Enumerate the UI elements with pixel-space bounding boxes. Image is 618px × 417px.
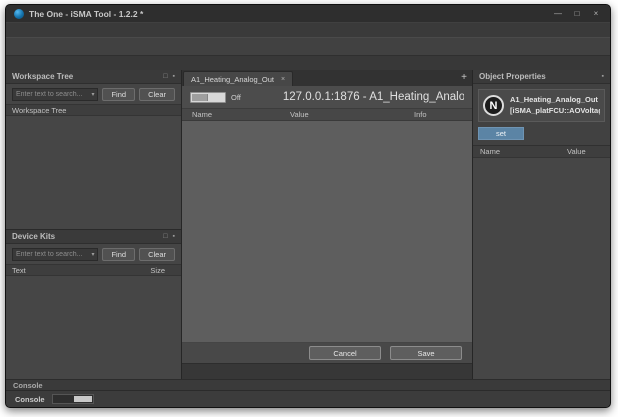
window-title: The One - iSMA Tool - 1.2.2 * bbox=[29, 9, 547, 19]
title-bar[interactable]: The One - iSMA Tool - 1.2.2 * — □ × bbox=[6, 5, 610, 22]
pin-icon[interactable]: ▪ bbox=[173, 233, 175, 240]
editor-action-bar: Cancel Save bbox=[182, 343, 472, 363]
object-properties-title: Object Properties bbox=[479, 72, 602, 81]
save-button[interactable]: Save bbox=[390, 346, 462, 360]
toggle-thumb bbox=[192, 94, 208, 101]
workspace-tree-header-icons: □ ▪ bbox=[163, 73, 175, 80]
tab-close-icon[interactable]: × bbox=[281, 76, 285, 83]
chevron-down-icon[interactable]: ▾ bbox=[91, 91, 94, 98]
live-mode-toggle[interactable] bbox=[190, 92, 226, 103]
search-input[interactable]: Enter text to search... ▾ bbox=[12, 88, 98, 101]
pin-icon[interactable]: ▪ bbox=[602, 73, 604, 80]
column-name-label: Name bbox=[182, 110, 286, 119]
column-info-label: Info bbox=[410, 110, 472, 119]
workspace-tree-header: Workspace Tree □ ▪ bbox=[6, 70, 181, 84]
tab-a1-heating-analog-out[interactable]: A1_Heating_Analog_Out × bbox=[183, 71, 293, 86]
find-button[interactable]: Find bbox=[102, 248, 135, 261]
toggle-label: Off bbox=[231, 93, 241, 102]
chevron-down-icon[interactable]: ▾ bbox=[91, 251, 94, 258]
document-tab-bar: A1_Heating_Analog_Out × + bbox=[182, 70, 472, 86]
console-label: Console bbox=[15, 395, 45, 404]
app-window: The One - iSMA Tool - 1.2.2 * — □ × Work… bbox=[5, 4, 611, 408]
workspace-tree-column-header: Workspace Tree bbox=[6, 104, 181, 116]
column-text-label: Text bbox=[12, 266, 26, 275]
object-properties-header-icons: ▪ bbox=[602, 73, 604, 80]
object-properties-table-body bbox=[473, 158, 610, 379]
sheet-tab-bar bbox=[182, 363, 472, 379]
editor-column: A1_Heating_Analog_Out × + Off 127.0.0.1:… bbox=[182, 70, 473, 379]
search-input[interactable]: Enter text to search... ▾ bbox=[12, 248, 98, 261]
column-size-label: Size bbox=[150, 266, 175, 275]
set-button[interactable]: set bbox=[478, 127, 524, 140]
find-button[interactable]: Find bbox=[102, 88, 135, 101]
object-properties-header: Object Properties ▪ bbox=[473, 70, 610, 84]
close-icon[interactable]: × bbox=[590, 9, 602, 18]
column-name-label: Name bbox=[473, 147, 564, 156]
panel-maximize-icon[interactable]: □ bbox=[163, 73, 167, 80]
search-placeholder: Enter text to search... bbox=[16, 91, 91, 98]
clear-button[interactable]: Clear bbox=[139, 248, 175, 261]
maximize-icon[interactable]: □ bbox=[571, 9, 583, 18]
minimize-icon[interactable]: — bbox=[552, 9, 564, 18]
editor-header: Off 127.0.0.1:1876 - A1_Heating_Analog_O… bbox=[182, 86, 472, 109]
object-properties-panel: Object Properties ▪ N A1_Heating_Analog_… bbox=[473, 70, 610, 379]
breadcrumb bbox=[6, 55, 610, 70]
device-kits-header: Device Kits □ ▪ bbox=[6, 230, 181, 244]
console-toggle[interactable] bbox=[52, 394, 94, 404]
device-kits-list bbox=[6, 276, 181, 379]
workspace-tree-column-label: Workspace Tree bbox=[12, 106, 66, 115]
device-kits-column-header: Text Size bbox=[6, 264, 181, 276]
toolbar bbox=[6, 37, 610, 55]
status-bar: Console bbox=[6, 390, 610, 407]
console-toggle-thumb bbox=[74, 396, 92, 402]
pin-icon[interactable]: ▪ bbox=[173, 73, 175, 80]
column-value-label: Value bbox=[564, 147, 610, 156]
property-sheet-empty-area bbox=[182, 121, 472, 343]
component-type: [iSMA_platFCU::AOVoltage] bbox=[510, 106, 600, 115]
tab-label: A1_Heating_Analog_Out bbox=[191, 75, 274, 84]
component-name: A1_Heating_Analog_Out bbox=[510, 95, 598, 104]
console-panel-title: Console bbox=[13, 381, 603, 390]
object-properties-table-header: Name Value bbox=[473, 146, 610, 158]
app-logo-icon bbox=[14, 9, 24, 19]
search-placeholder: Enter text to search... bbox=[16, 251, 91, 258]
main-area: Workspace Tree □ ▪ Enter text to search.… bbox=[6, 70, 610, 379]
window-controls: — □ × bbox=[552, 9, 602, 18]
workspace-tree-search-row: Enter text to search... ▾ Find Clear bbox=[6, 84, 181, 104]
property-table-header: Name Value Info bbox=[182, 109, 472, 121]
column-value-label: Value bbox=[286, 110, 410, 119]
workspace-tree-list bbox=[6, 116, 181, 229]
device-kits-panel: Device Kits □ ▪ Enter text to search... … bbox=[6, 230, 181, 379]
clear-button[interactable]: Clear bbox=[139, 88, 175, 101]
component-identity: A1_Heating_Analog_Out [iSMA_platFCU::AOV… bbox=[510, 95, 600, 115]
device-kits-title: Device Kits bbox=[12, 232, 163, 241]
panel-maximize-icon[interactable]: □ bbox=[163, 233, 167, 240]
workspace-tree-panel: Workspace Tree □ ▪ Enter text to search.… bbox=[6, 70, 181, 230]
cancel-button[interactable]: Cancel bbox=[309, 346, 381, 360]
editor-title: 127.0.0.1:1876 - A1_Heating_Analog_Out [… bbox=[283, 91, 464, 103]
menu-bar bbox=[6, 22, 610, 37]
device-kits-search-row: Enter text to search... ▾ Find Clear bbox=[6, 244, 181, 264]
component-n-icon: N bbox=[483, 95, 504, 116]
component-card: N A1_Heating_Analog_Out [iSMA_platFCU::A… bbox=[478, 89, 605, 122]
left-column: Workspace Tree □ ▪ Enter text to search.… bbox=[6, 70, 182, 379]
add-tab-icon[interactable]: + bbox=[461, 72, 467, 83]
device-kits-header-icons: □ ▪ bbox=[163, 233, 175, 240]
console-panel-header[interactable]: Console bbox=[6, 379, 610, 390]
workspace-tree-title: Workspace Tree bbox=[12, 72, 163, 81]
